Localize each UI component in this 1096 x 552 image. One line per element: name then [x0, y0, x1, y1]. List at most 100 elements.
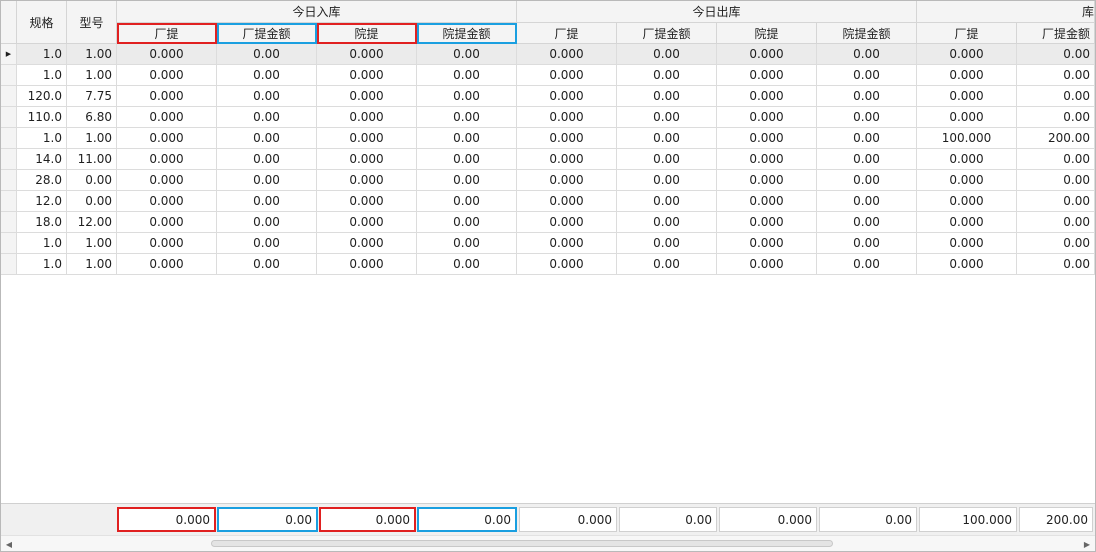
table-row[interactable]: 1.0 1.00 0.000 0.00 0.000 0.00 0.000 0.00 0.000 0…: [1, 128, 1095, 149]
cell-in-yuan-ti-amount[interactable]: 0.00: [417, 65, 517, 86]
cell-guige[interactable]: 120.0: [17, 86, 67, 107]
cell-in-yuan-ti-amount[interactable]: 0.00: [417, 44, 517, 65]
cell-guige[interactable]: 28.0: [17, 170, 67, 191]
cell-out-yuan-ti[interactable]: 0.000: [717, 191, 817, 212]
cell-out-chang-ti-amount[interactable]: 0.00: [617, 149, 717, 170]
cell-in-chang-ti-amount[interactable]: 0.00: [217, 212, 317, 233]
cell-in-yuan-ti[interactable]: 0.000: [317, 86, 417, 107]
cell-in-chang-ti[interactable]: 0.000: [117, 254, 217, 275]
cell-in-yuan-ti[interactable]: 0.000: [317, 254, 417, 275]
cell-third-chang-ti[interactable]: 0.000: [917, 44, 1017, 65]
header-sub-chang-ti[interactable]: 厂提: [117, 23, 217, 44]
cell-out-yuan-ti[interactable]: 0.000: [717, 170, 817, 191]
header-guige[interactable]: 规格: [17, 1, 67, 44]
cell-out-yuan-ti[interactable]: 0.000: [717, 65, 817, 86]
cell-xinghao[interactable]: 12.00: [67, 212, 117, 233]
cell-out-chang-ti-amount[interactable]: 0.00: [617, 65, 717, 86]
cell-out-chang-ti[interactable]: 0.000: [517, 254, 617, 275]
cell-out-yuan-ti-amount[interactable]: 0.00: [817, 128, 917, 149]
header-sub-yuan-ti-amount[interactable]: 院提金额: [417, 23, 517, 44]
cell-third-chang-ti[interactable]: 0.000: [917, 65, 1017, 86]
cell-xinghao[interactable]: 1.00: [67, 233, 117, 254]
cell-in-chang-ti[interactable]: 0.000: [117, 44, 217, 65]
cell-out-chang-ti-amount[interactable]: 0.00: [617, 44, 717, 65]
cell-out-yuan-ti[interactable]: 0.000: [717, 212, 817, 233]
cell-third-chang-ti[interactable]: 0.000: [917, 254, 1017, 275]
cell-third-chang-ti-amount[interactable]: 0.00: [1017, 149, 1095, 170]
cell-third-chang-ti-amount[interactable]: 0.00: [1017, 44, 1095, 65]
cell-in-yuan-ti[interactable]: 0.000: [317, 191, 417, 212]
cell-out-chang-ti[interactable]: 0.000: [517, 107, 617, 128]
cell-in-chang-ti-amount[interactable]: 0.00: [217, 254, 317, 275]
cell-third-chang-ti-amount[interactable]: 0.00: [1017, 254, 1095, 275]
cell-in-yuan-ti-amount[interactable]: 0.00: [417, 170, 517, 191]
cell-third-chang-ti-amount[interactable]: 0.00: [1017, 212, 1095, 233]
cell-out-chang-ti-amount[interactable]: 0.00: [617, 212, 717, 233]
cell-out-chang-ti-amount[interactable]: 0.00: [617, 170, 717, 191]
cell-out-yuan-ti-amount[interactable]: 0.00: [817, 44, 917, 65]
cell-in-yuan-ti-amount[interactable]: 0.00: [417, 254, 517, 275]
horizontal-scrollbar[interactable]: ◀ ▶: [1, 535, 1095, 551]
header-sub-chang-ti[interactable]: 厂提: [517, 23, 617, 44]
table-row[interactable]: 110.0 6.80 0.000 0.00 0.000 0.00 0.000 0.00 0.00…: [1, 107, 1095, 128]
cell-in-chang-ti[interactable]: 0.000: [117, 107, 217, 128]
cell-out-chang-ti[interactable]: 0.000: [517, 233, 617, 254]
cell-out-chang-ti-amount[interactable]: 0.00: [617, 128, 717, 149]
cell-in-yuan-ti-amount[interactable]: 0.00: [417, 149, 517, 170]
scroll-right-arrow-icon[interactable]: ▶: [1082, 539, 1092, 549]
cell-in-yuan-ti[interactable]: 0.000: [317, 212, 417, 233]
table-row[interactable]: 1.0 1.00 0.000 0.00 0.000 0.00 0.000 0.00 0.000 0…: [1, 233, 1095, 254]
cell-third-chang-ti-amount[interactable]: 0.00: [1017, 86, 1095, 107]
cell-third-chang-ti[interactable]: 0.000: [917, 233, 1017, 254]
cell-out-yuan-ti-amount[interactable]: 0.00: [817, 191, 917, 212]
table-row[interactable]: 12.0 0.00 0.000 0.00 0.000 0.00 0.000 0.00 0.000…: [1, 191, 1095, 212]
cell-out-yuan-ti[interactable]: 0.000: [717, 233, 817, 254]
cell-third-chang-ti-amount[interactable]: 0.00: [1017, 170, 1095, 191]
cell-in-chang-ti-amount[interactable]: 0.00: [217, 107, 317, 128]
table-row[interactable]: 1.0 1.00 0.000 0.00 0.000 0.00 0.000 0.00 0.000 0…: [1, 254, 1095, 275]
cell-out-yuan-ti-amount[interactable]: 0.00: [817, 233, 917, 254]
cell-in-yuan-ti[interactable]: 0.000: [317, 128, 417, 149]
cell-out-yuan-ti-amount[interactable]: 0.00: [817, 212, 917, 233]
cell-guige[interactable]: 1.0: [17, 254, 67, 275]
cell-out-yuan-ti[interactable]: 0.000: [717, 44, 817, 65]
header-sub-chang-ti-amount[interactable]: 厂提金额: [1017, 23, 1095, 44]
cell-in-yuan-ti[interactable]: 0.000: [317, 65, 417, 86]
header-sub-yuan-ti[interactable]: 院提: [717, 23, 817, 44]
cell-guige[interactable]: 12.0: [17, 191, 67, 212]
cell-out-chang-ti[interactable]: 0.000: [517, 65, 617, 86]
scroll-left-arrow-icon[interactable]: ◀: [4, 539, 14, 549]
cell-guige[interactable]: 1.0: [17, 128, 67, 149]
cell-in-chang-ti[interactable]: 0.000: [117, 128, 217, 149]
cell-in-chang-ti[interactable]: 0.000: [117, 233, 217, 254]
cell-out-yuan-ti[interactable]: 0.000: [717, 254, 817, 275]
cell-out-yuan-ti[interactable]: 0.000: [717, 107, 817, 128]
row-indicator[interactable]: [1, 191, 17, 212]
cell-xinghao[interactable]: 1.00: [67, 254, 117, 275]
cell-third-chang-ti[interactable]: 0.000: [917, 212, 1017, 233]
cell-in-chang-ti-amount[interactable]: 0.00: [217, 170, 317, 191]
cell-in-chang-ti-amount[interactable]: 0.00: [217, 233, 317, 254]
table-row[interactable]: 28.0 0.00 0.000 0.00 0.000 0.00 0.000 0.00 0.000…: [1, 170, 1095, 191]
table-row[interactable]: 14.0 11.00 0.000 0.00 0.000 0.00 0.000 0.00 0.00…: [1, 149, 1095, 170]
cell-out-chang-ti[interactable]: 0.000: [517, 191, 617, 212]
cell-in-chang-ti-amount[interactable]: 0.00: [217, 128, 317, 149]
cell-in-chang-ti-amount[interactable]: 0.00: [217, 86, 317, 107]
row-indicator[interactable]: [1, 86, 17, 107]
cell-xinghao[interactable]: 1.00: [67, 44, 117, 65]
cell-guige[interactable]: 1.0: [17, 233, 67, 254]
header-sub-chang-ti-amount[interactable]: 厂提金额: [617, 23, 717, 44]
cell-out-chang-ti[interactable]: 0.000: [517, 170, 617, 191]
cell-in-chang-ti-amount[interactable]: 0.00: [217, 44, 317, 65]
cell-out-chang-ti-amount[interactable]: 0.00: [617, 107, 717, 128]
header-sub-chang-ti[interactable]: 厂提: [917, 23, 1017, 44]
row-indicator[interactable]: [1, 65, 17, 86]
cell-in-yuan-ti-amount[interactable]: 0.00: [417, 86, 517, 107]
cell-out-chang-ti[interactable]: 0.000: [517, 44, 617, 65]
cell-xinghao[interactable]: 1.00: [67, 128, 117, 149]
cell-out-chang-ti[interactable]: 0.000: [517, 149, 617, 170]
cell-out-chang-ti-amount[interactable]: 0.00: [617, 191, 717, 212]
cell-out-yuan-ti-amount[interactable]: 0.00: [817, 86, 917, 107]
header-sub-yuan-ti[interactable]: 院提: [317, 23, 417, 44]
cell-third-chang-ti-amount[interactable]: 0.00: [1017, 191, 1095, 212]
